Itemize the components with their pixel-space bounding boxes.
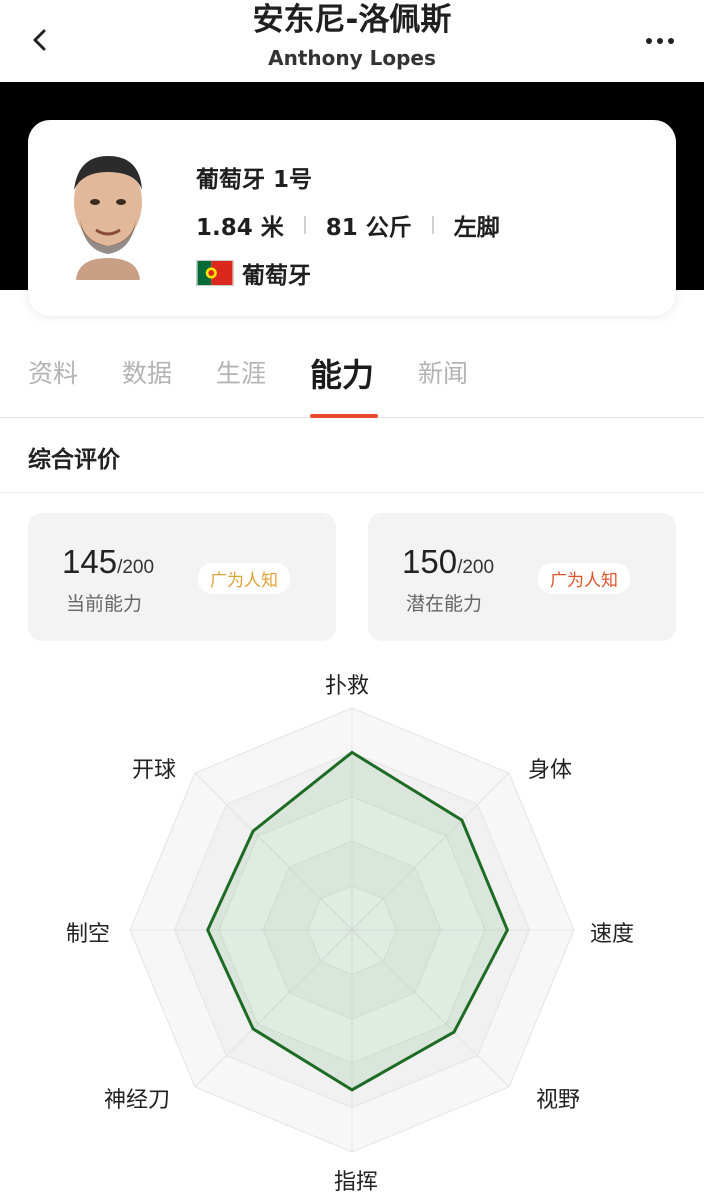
tab-career[interactable]: 生涯 [216, 354, 266, 390]
divider [303, 216, 306, 234]
current-ability-max: /200 [117, 557, 155, 578]
potential-ability-max: /200 [457, 557, 495, 578]
player-country: 葡萄牙 [196, 256, 311, 290]
potential-ability-card: 150/200 潜在能力 广为人知 [368, 513, 676, 641]
more-button[interactable] [638, 24, 682, 58]
potential-ability-score: 150/200 [402, 543, 494, 581]
potential-ability-label: 潜在能力 [406, 593, 483, 615]
tab-bar: 资料 数据 生涯 能力 新闻 [0, 340, 704, 418]
radar-label-aerial: 制空 [66, 922, 111, 947]
divider [0, 492, 704, 493]
current-ability-card: 145/200 当前能力 广为人知 [28, 513, 336, 641]
radar-label-eccentricity: 神经刀 [104, 1088, 171, 1113]
radar-label-speed: 速度 [590, 922, 635, 947]
divider [431, 216, 434, 234]
potential-ability-value: 150 [402, 543, 458, 580]
player-height: 1.84 米 [196, 215, 284, 241]
radar-label-kicking: 开球 [132, 758, 177, 783]
current-ability-label: 当前能力 [66, 593, 143, 615]
active-tab-indicator [310, 414, 378, 418]
ability-radar-chart: 扑救 身体 速度 视野 指挥 神经刀 制空 开球 [0, 660, 704, 1200]
tab-profile[interactable]: 资料 [28, 354, 78, 390]
radar-label-saving: 扑救 [325, 674, 370, 699]
radar-label-vision: 视野 [536, 1088, 581, 1113]
current-ability-badge: 广为人知 [198, 563, 290, 594]
player-card: 葡萄牙 1号 1.84 米 81 公斤 左脚 葡萄牙 [28, 120, 676, 316]
page-title: 安东尼-洛佩斯 [252, 2, 452, 38]
tab-news[interactable]: 新闻 [418, 354, 468, 390]
top-bar: 安东尼-洛佩斯 Anthony Lopes [0, 0, 704, 82]
tab-data[interactable]: 数据 [122, 354, 172, 390]
more-dots-icon [646, 38, 674, 44]
radar-label-physical: 身体 [528, 758, 573, 783]
current-ability-value: 145 [62, 543, 118, 580]
player-team-number: 葡萄牙 1号 [196, 167, 313, 193]
player-avatar [74, 156, 142, 280]
portugal-flag-icon [196, 260, 234, 286]
tab-ability[interactable]: 能力 [310, 350, 374, 396]
radar-label-command: 指挥 [334, 1170, 379, 1195]
player-weight: 81 公斤 [325, 215, 412, 241]
page-subtitle: Anthony Lopes [268, 46, 436, 70]
player-foot: 左脚 [453, 215, 500, 241]
player-stats: 1.84 米 81 公斤 左脚 [196, 208, 500, 242]
section-title: 综合评价 [28, 447, 120, 473]
potential-ability-badge: 广为人知 [538, 563, 630, 594]
current-ability-score: 145/200 [62, 543, 154, 581]
country-name: 葡萄牙 [242, 263, 311, 289]
